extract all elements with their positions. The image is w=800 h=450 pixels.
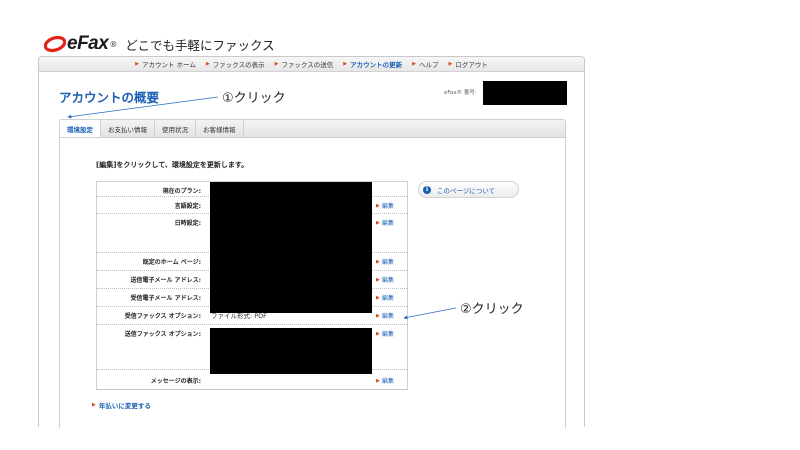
annual-link-label: 年払いに変更する — [98, 402, 151, 410]
info-icon: i — [423, 185, 431, 194]
tab-payment-info[interactable]: お支払い情報 — [101, 120, 155, 138]
link-arrow-icon: ▶ — [376, 294, 380, 301]
edit-receive-email-link[interactable]: ▶ 編集 — [376, 293, 394, 303]
nav-account-home[interactable]: ▶ アカウント ホーム — [135, 59, 196, 69]
row-label: 受信ファックス オプション: — [124, 313, 201, 320]
edit-language-link[interactable]: ▶ 編集 — [376, 201, 394, 211]
nav-account-update[interactable]: ▶ アカウントの更新 — [343, 59, 402, 69]
tab-bar: 環境設定 お支払い情報 使用状況 お客様情報 — [59, 119, 566, 138]
link-arrow-icon: ▶ — [376, 312, 380, 319]
edit-label: 編集 — [381, 331, 394, 338]
row-label: 言語設定: — [174, 203, 201, 210]
link-arrow-icon: ▶ — [92, 402, 96, 408]
tab-preferences[interactable]: 環境設定 — [60, 120, 101, 138]
link-arrow-icon: ▶ — [376, 202, 380, 209]
tab-customer-info[interactable]: お客様情報 — [196, 120, 244, 138]
edit-receive-fax-link[interactable]: ▶ 編集 — [376, 311, 394, 321]
main-frame: ▶ アカウント ホーム ▶ ファックスの表示 ▶ ファックスの送信 ▶ アカウントの更新… — [38, 56, 585, 428]
annotation-click-2: ②クリック — [460, 302, 524, 317]
redacted-send-fax-block — [210, 328, 372, 374]
link-arrow-icon: ▶ — [376, 258, 380, 265]
fax-number-label: eFax® 番号: — [444, 90, 477, 96]
change-to-annual-link[interactable]: ▶ 年払いに変更する — [92, 400, 151, 410]
link-arrow-icon: ▶ — [376, 377, 380, 384]
logo-registered-mark: ® — [109, 39, 118, 49]
annotation-click-1: ①クリック — [222, 91, 286, 106]
row-label: 既定のホーム ページ: — [142, 259, 201, 266]
instruction-text: [編集]をクリックして、環境設定を更新します。 — [96, 161, 249, 169]
nav-arrow-icon: ▶ — [412, 61, 416, 67]
edit-send-fax-link[interactable]: ▶ 編集 — [376, 329, 394, 339]
nav-arrow-icon: ▶ — [448, 61, 453, 67]
row-label: 送信ファックス オプション: — [124, 331, 201, 338]
edit-label: 編集 — [381, 259, 394, 266]
fax-number-redacted — [483, 81, 567, 105]
nav-send-fax[interactable]: ▶ ファックスの送信 — [275, 59, 334, 69]
edit-label: 編集 — [381, 295, 394, 302]
efax-swoosh-icon — [44, 35, 66, 53]
edit-label: 編集 — [381, 277, 394, 284]
row-label: メッセージの表示: — [150, 378, 201, 385]
about-button-label: このページについて — [437, 186, 496, 195]
nav-arrow-icon: ▶ — [205, 61, 210, 67]
nav-label: アカウントの更新 — [350, 61, 403, 69]
edit-label: 編集 — [381, 313, 394, 320]
edit-homepage-link[interactable]: ▶ 編集 — [376, 257, 394, 267]
nav-arrow-icon: ▶ — [135, 61, 140, 67]
about-this-page-button[interactable]: i このページについて — [418, 181, 519, 198]
edit-label: 編集 — [381, 378, 394, 385]
logo-wordmark: eFax — [67, 33, 109, 54]
edit-send-email-link[interactable]: ▶ 編集 — [376, 275, 394, 285]
tab-usage[interactable]: 使用状況 — [155, 120, 196, 138]
brand-tagline: どこでも手軽にファックス — [125, 37, 275, 53]
edit-datetime-link[interactable]: ▶ 編集 — [376, 218, 394, 228]
link-arrow-icon: ▶ — [376, 219, 380, 226]
page-title: アカウントの概要 — [59, 90, 160, 105]
row-label: 日時設定: — [174, 220, 201, 227]
edit-label: 編集 — [381, 220, 394, 227]
nav-label: ファックスの表示 — [212, 61, 265, 69]
efax-logo[interactable]: eFax ® どこでも手軽にファックス — [44, 33, 275, 55]
top-navigation: ▶ アカウント ホーム ▶ ファックスの表示 ▶ ファックスの送信 ▶ アカウントの更新… — [39, 57, 584, 72]
nav-label: ヘルプ — [418, 61, 439, 69]
edit-message-display-link[interactable]: ▶ 編集 — [376, 376, 394, 386]
nav-logout[interactable]: ▶ ログアウト — [448, 59, 487, 69]
nav-label: ログアウト — [455, 61, 488, 69]
settings-table: 現在のプラン: 言語設定: ▶ 編集 日時設定: ▶ 編集 既定のホーム ページ: … — [96, 181, 408, 390]
nav-view-fax[interactable]: ▶ ファックスの表示 — [206, 59, 265, 69]
nav-arrow-icon: ▶ — [343, 61, 348, 67]
nav-arrow-icon: ▶ — [274, 61, 279, 67]
link-arrow-icon: ▶ — [376, 330, 380, 337]
row-label: 現在のプラン: — [162, 188, 201, 195]
row-label: 受信電子メール アドレス: — [130, 295, 202, 302]
redacted-values-block — [210, 182, 372, 313]
row-label: 送信電子メール アドレス: — [130, 277, 202, 284]
nav-help[interactable]: ▶ ヘルプ — [412, 59, 438, 69]
tab-content: [編集]をクリックして、環境設定を更新します。 現在のプラン: 言語設定: ▶ 編… — [59, 137, 566, 428]
nav-label: アカウント ホーム — [142, 61, 196, 69]
link-arrow-icon: ▶ — [376, 276, 380, 283]
nav-label: ファックスの送信 — [281, 61, 334, 69]
edit-label: 編集 — [381, 203, 394, 210]
